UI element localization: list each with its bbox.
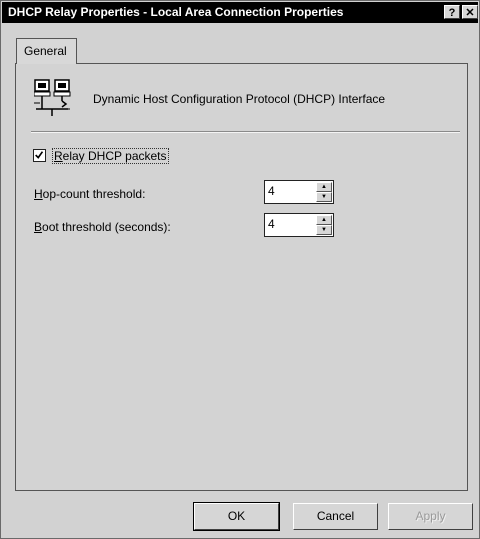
hop-count-up-arrow-icon[interactable]: ▲ (316, 182, 332, 192)
apply-button[interactable]: Apply (388, 503, 473, 530)
boot-label-rest: oot threshold (seconds): (42, 220, 171, 234)
network-interface-icon (34, 79, 71, 116)
boot-threshold-up-arrow-icon[interactable]: ▲ (316, 215, 332, 225)
boot-threshold-value[interactable]: 4 (268, 217, 275, 231)
boot-threshold-spin-buttons: ▲ ▼ (316, 215, 332, 235)
window-title: DHCP Relay Properties - Local Area Conne… (8, 5, 344, 19)
tab-general[interactable]: General (16, 38, 77, 64)
boot-mnemonic: B (34, 220, 43, 234)
relay-dhcp-label[interactable]: Relay DHCP packets (52, 148, 169, 164)
hop-count-spin-buttons: ▲ ▼ (316, 182, 332, 202)
boot-threshold-label: Boot threshold (seconds): (34, 220, 171, 234)
hop-mnemonic: H (34, 187, 43, 201)
help-button[interactable]: ? (444, 5, 460, 19)
dhcp-relay-properties-dialog: DHCP Relay Properties - Local Area Conne… (0, 0, 480, 539)
hop-count-down-arrow-icon[interactable]: ▼ (316, 192, 332, 202)
close-button[interactable]: ✕ (462, 5, 478, 19)
hop-label-rest: op-count threshold: (42, 187, 146, 201)
relay-label-rest: elay DHCP packets (62, 149, 167, 163)
boot-threshold-spinbox[interactable]: 4 ▲ ▼ (264, 213, 334, 237)
tab-general-label: General (24, 44, 67, 58)
cancel-button[interactable]: Cancel (293, 503, 378, 530)
hop-count-value[interactable]: 4 (268, 184, 275, 198)
relay-dhcp-checkbox[interactable] (33, 149, 46, 162)
boot-threshold-down-arrow-icon[interactable]: ▼ (316, 225, 332, 235)
interface-label: Dynamic Host Configuration Protocol (DHC… (93, 92, 386, 106)
checkmark-icon (35, 151, 44, 159)
divider (31, 131, 460, 133)
general-tab-panel (15, 63, 468, 491)
ok-button[interactable]: OK (193, 502, 280, 531)
relay-mnemonic: R (54, 149, 63, 163)
hop-count-spinbox[interactable]: 4 ▲ ▼ (264, 180, 334, 204)
hop-count-label: Hop-count threshold: (34, 187, 145, 201)
title-bar[interactable]: DHCP Relay Properties - Local Area Conne… (2, 2, 478, 23)
